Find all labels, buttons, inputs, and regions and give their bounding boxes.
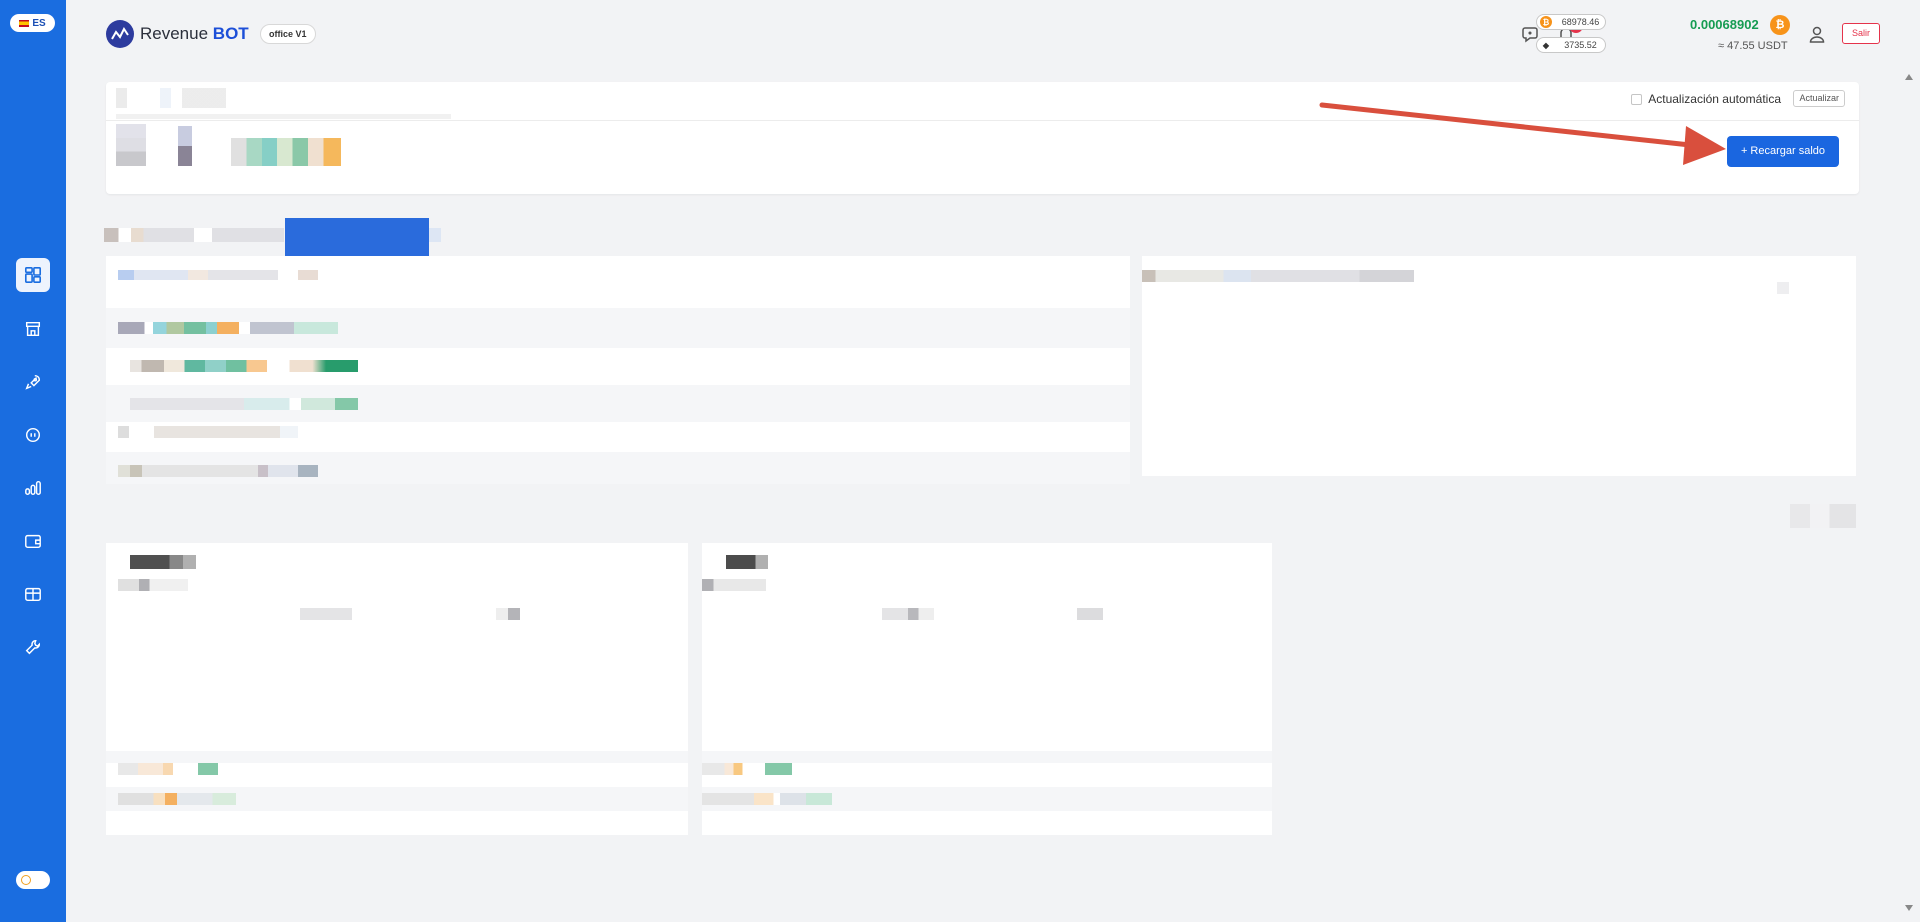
top-header: Revenue BOT office V1	[66, 0, 1920, 70]
redacted-row	[702, 793, 832, 805]
redacted-table-header	[118, 270, 318, 280]
redacted-stat	[300, 608, 352, 620]
gift-icon	[25, 587, 41, 602]
redacted-stat	[882, 608, 934, 620]
redacted-title	[116, 88, 226, 108]
redacted-block	[178, 126, 192, 166]
eth-price: 3735.52	[1564, 40, 1597, 50]
auto-update-label: Actualización automática	[1648, 92, 1781, 106]
office-version-badge[interactable]: office V1	[260, 24, 316, 44]
sidebar-item-gift[interactable]	[16, 577, 50, 611]
dashboard-icon	[24, 266, 42, 284]
bot-card-1	[106, 543, 688, 835]
card-divider	[106, 751, 688, 763]
redacted-row	[130, 360, 358, 372]
language-switcher[interactable]: ES	[10, 14, 55, 32]
redacted-block	[231, 138, 341, 166]
chart-card	[1142, 256, 1856, 476]
bot-card-2	[702, 543, 1272, 835]
redacted-card-title	[130, 555, 196, 569]
sun-icon	[21, 875, 31, 885]
eth-price-pill: ◆ 3735.52	[1536, 37, 1606, 53]
auto-update-checkbox[interactable]	[1631, 93, 1643, 105]
sidebar-item-rocket[interactable]	[16, 365, 50, 399]
auto-update-toggle[interactable]: Actualización automática	[1631, 92, 1781, 106]
balance-card: Actualización automática Actualizar + Re…	[106, 82, 1859, 194]
balance-btc: 0.00068902	[1690, 17, 1759, 32]
sidebar-item-bots[interactable]	[16, 418, 50, 452]
statistics-icon	[25, 480, 41, 496]
bot-icon	[25, 427, 41, 443]
redacted-row	[118, 793, 236, 805]
sidebar-item-statistics[interactable]	[16, 471, 50, 505]
wallet-icon	[25, 534, 41, 549]
redacted-block	[116, 124, 146, 166]
refresh-button[interactable]: Actualizar	[1793, 90, 1845, 107]
card-divider	[702, 751, 1272, 763]
btc-price-pill: ₿ 68978.46	[1536, 14, 1606, 30]
redacted-row	[118, 465, 318, 477]
ethereum-icon: ◆	[1540, 39, 1552, 51]
store-icon	[25, 321, 41, 337]
settings-wrench-icon	[25, 639, 41, 655]
recharge-balance-button[interactable]: + Recargar saldo	[1727, 136, 1839, 167]
redacted-tab	[429, 228, 441, 242]
redacted-stat	[496, 608, 520, 620]
scroll-up-arrow[interactable]	[1905, 74, 1913, 80]
redacted-pagination[interactable]	[1790, 504, 1856, 528]
scroll-down-arrow[interactable]	[1905, 905, 1913, 911]
language-label: ES	[32, 17, 46, 29]
redacted-card-title	[726, 555, 768, 569]
redacted-row	[702, 763, 792, 775]
redacted-row	[118, 763, 218, 775]
sidebar-item-wallet[interactable]	[16, 524, 50, 558]
rocket-icon	[25, 374, 41, 390]
logo[interactable]: Revenue BOT	[106, 20, 249, 48]
bitcoin-icon: ₿	[1540, 16, 1552, 28]
logo-text: Revenue BOT	[140, 24, 249, 43]
sidebar: ES	[0, 0, 66, 922]
sidebar-item-store[interactable]	[16, 312, 50, 346]
card-divider	[106, 120, 1859, 121]
positions-table-card	[106, 256, 1130, 484]
btc-price: 68978.46	[1561, 17, 1600, 27]
user-profile-icon[interactable]	[1807, 24, 1827, 44]
redacted-stat	[1077, 608, 1103, 620]
redacted-card-subtitle	[702, 579, 766, 591]
redacted-row	[130, 398, 358, 410]
selected-tab-redacted[interactable]	[285, 218, 429, 256]
redacted-row	[118, 426, 298, 438]
balance-usdt: ≈ 47.55 USDT	[1718, 40, 1788, 52]
logout-button[interactable]: Salir	[1842, 23, 1880, 44]
redacted-line	[116, 114, 451, 119]
redacted-row	[118, 322, 338, 334]
redacted-chart-title	[1142, 270, 1414, 282]
balance-bitcoin-icon[interactable]: ₿	[1770, 15, 1790, 35]
spain-flag-icon	[19, 19, 30, 27]
redacted-card-subtitle	[118, 579, 188, 591]
sidebar-item-dashboard[interactable]	[16, 258, 50, 292]
revenuebot-logo-icon	[106, 20, 134, 48]
theme-toggle[interactable]	[16, 871, 50, 889]
sidebar-item-settings[interactable]	[16, 630, 50, 664]
redacted-chart-control	[1777, 282, 1789, 294]
redacted-section-title	[104, 228, 284, 242]
